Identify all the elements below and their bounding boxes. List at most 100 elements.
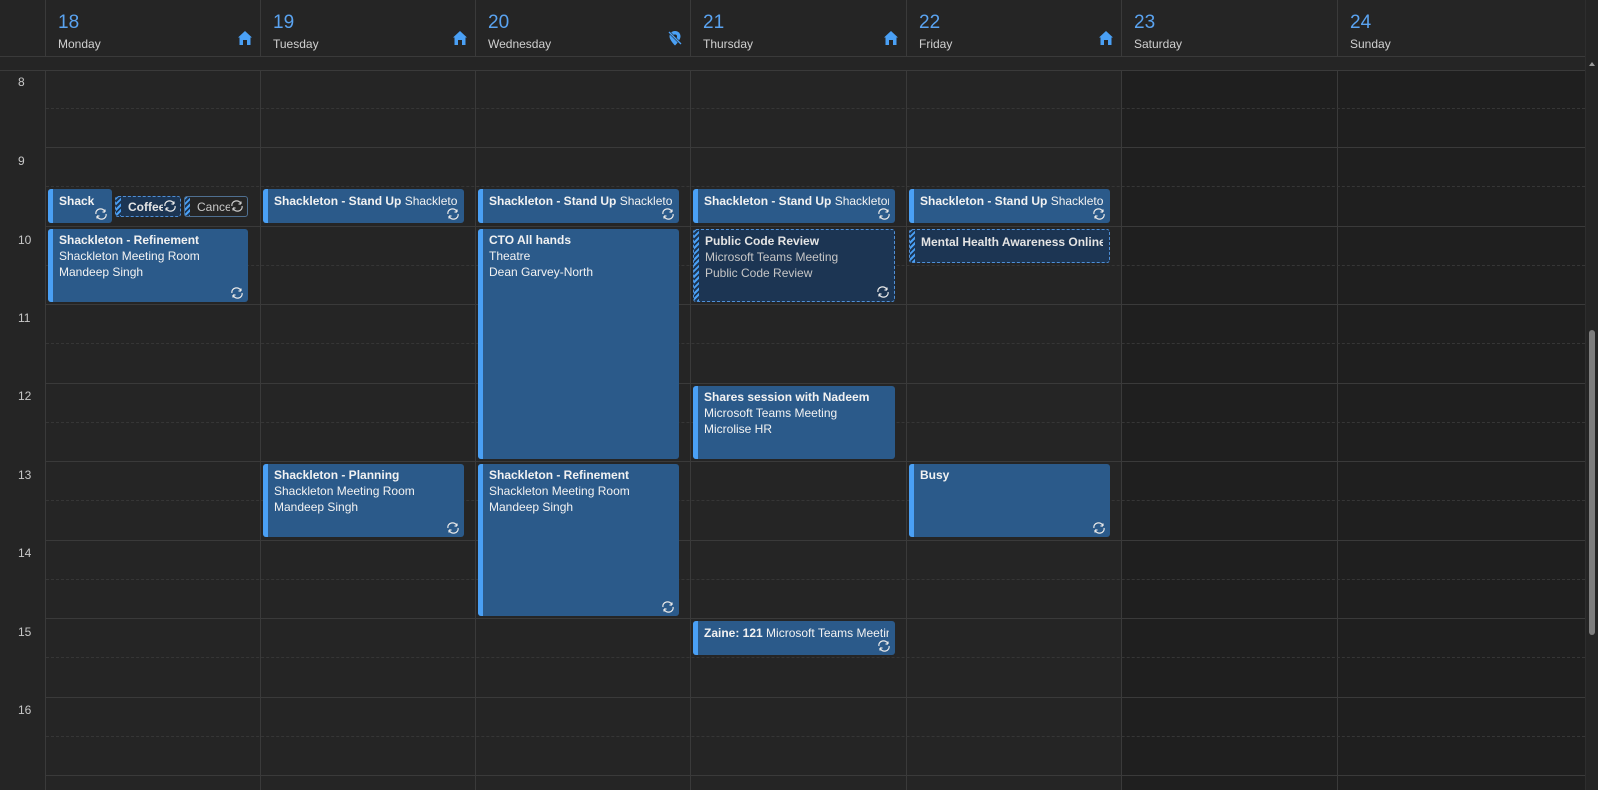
event-title: Public Code Review [705, 234, 820, 248]
day-name: Tuesday [273, 37, 319, 51]
day-header-thursday[interactable]: 21 Thursday [691, 0, 907, 57]
event-thursday-zaine-121[interactable]: Zaine: 121 Microsoft Teams Meeting [693, 621, 895, 655]
day-column-monday[interactable] [46, 71, 261, 790]
event-organizer: Mandeep Singh [489, 500, 574, 514]
day-name: Thursday [703, 37, 754, 51]
half-hour-line [46, 186, 1585, 187]
hour-label: 16 [18, 703, 32, 717]
event-title: Shackleton - Stand Up [489, 194, 617, 208]
recurring-icon [878, 640, 890, 652]
hour-line [46, 697, 1585, 698]
hour-label: 9 [18, 154, 25, 168]
event-location: Shackleton [619, 194, 673, 208]
recurring-icon [231, 287, 243, 299]
day-number: 24 [1350, 12, 1372, 33]
recurring-icon [230, 200, 244, 212]
event-thursday-standup[interactable]: Shackleton - Stand Up Shackleton [693, 189, 895, 223]
hour-label: 10 [18, 233, 32, 247]
home-icon[interactable] [882, 29, 900, 47]
half-hour-line [46, 343, 1585, 344]
home-icon[interactable] [236, 29, 254, 47]
event-location: Microsoft Teams Meeting [766, 626, 889, 640]
hour-label: 8 [18, 75, 25, 89]
recurring-icon [95, 208, 107, 220]
day-header-saturday[interactable]: 23 Saturday [1122, 0, 1338, 57]
day-header-friday[interactable]: 22 Friday [907, 0, 1122, 57]
hour-label: 13 [18, 468, 32, 482]
event-wednesday-cto-all-hands[interactable]: CTO All hands Theatre Dean Garvey-North [478, 229, 679, 459]
day-number: 23 [1134, 12, 1156, 33]
event-tuesday-planning[interactable]: Shackleton - Planning Shackleton Meeting… [263, 464, 464, 537]
event-title: Shackleton - Stand Up [274, 194, 402, 208]
event-wednesday-standup[interactable]: Shackleton - Stand Up Shackleton [478, 189, 679, 223]
event-location: Shackleton [404, 194, 458, 208]
event-wednesday-refinement[interactable]: Shackleton - Refinement Shackleton Meeti… [478, 464, 679, 616]
day-name: Monday [58, 37, 101, 51]
day-column-tuesday[interactable] [261, 71, 476, 790]
event-title: Shackleton - Stand Up [920, 194, 1048, 208]
day-header-wednesday[interactable]: 20 Wednesday [476, 0, 691, 57]
half-hour-line [46, 108, 1585, 109]
home-icon[interactable] [451, 29, 469, 47]
event-monday-standup[interactable]: Shack [48, 189, 112, 223]
day-column-friday[interactable] [907, 71, 1122, 790]
hour-line [46, 618, 1585, 619]
event-title: Shackleton - Stand Up [704, 194, 832, 208]
event-title: Shackleton - Planning [274, 468, 400, 482]
day-column-saturday[interactable] [1122, 71, 1338, 790]
recurring-icon [163, 200, 177, 212]
time-gutter: 8 9 10 11 12 13 14 15 16 [0, 71, 46, 790]
hour-line [46, 226, 1585, 227]
recurring-icon [878, 208, 890, 220]
event-title: Zaine: 121 [704, 626, 763, 640]
event-friday-mental-health[interactable]: Mental Health Awareness Online course [909, 229, 1110, 263]
vertical-scrollbar[interactable] [1585, 0, 1598, 790]
event-friday-standup[interactable]: Shackleton - Stand Up Shackleton [909, 189, 1110, 223]
hour-label: 14 [18, 546, 32, 560]
half-hour-line [46, 579, 1585, 580]
all-day-strip[interactable] [0, 57, 1585, 71]
event-location: Shackleton Meeting Room [59, 249, 200, 263]
day-header-tuesday[interactable]: 19 Tuesday [261, 0, 476, 57]
event-title: Busy [920, 468, 950, 482]
event-monday-cancel[interactable]: Cancel [184, 196, 248, 217]
event-monday-coffee[interactable]: Coffee [115, 196, 181, 217]
home-icon[interactable] [1097, 29, 1115, 47]
event-location: Microsoft Teams Meeting [705, 250, 839, 264]
event-location: Shackleton Meeting Room [489, 484, 630, 498]
hour-line [46, 540, 1585, 541]
hour-label: 15 [18, 625, 32, 639]
hour-line [46, 147, 1585, 148]
event-monday-refinement[interactable]: Shackleton - Refinement Shackleton Meeti… [48, 229, 248, 302]
hour-line [46, 304, 1585, 305]
recurring-icon [447, 208, 459, 220]
header-gutter [0, 0, 46, 57]
event-location: Shackleton [834, 194, 889, 208]
event-tuesday-standup[interactable]: Shackleton - Stand Up Shackleton [263, 189, 464, 223]
event-title: CTO All hands [489, 233, 572, 247]
day-column-sunday[interactable] [1338, 71, 1585, 790]
event-organizer: Microlise HR [704, 422, 773, 436]
scrollbar-thumb[interactable] [1589, 330, 1595, 635]
event-location: Microsoft Teams Meeting [704, 406, 838, 420]
recurring-icon [877, 286, 889, 298]
recurring-icon [662, 208, 674, 220]
location-off-icon[interactable] [666, 29, 684, 47]
day-header-sunday[interactable]: 24 Sunday [1338, 0, 1585, 57]
day-number: 19 [273, 12, 295, 33]
recurring-icon [1093, 208, 1105, 220]
scroll-up-arrow[interactable] [1589, 62, 1595, 66]
calendar-week-view: 18 Monday 19 Tuesday 20 Wednesday 21 Thu… [0, 0, 1598, 790]
day-header-monday[interactable]: 18 Monday [46, 0, 261, 57]
event-title: Shackleton - Refinement [489, 468, 630, 482]
event-location: Theatre [489, 249, 531, 263]
day-number: 18 [58, 12, 80, 33]
event-thursday-shares-session[interactable]: Shares session with Nadeem Microsoft Tea… [693, 386, 895, 459]
half-hour-line [46, 736, 1585, 737]
event-thursday-public-code-review[interactable]: Public Code Review Microsoft Teams Meeti… [693, 229, 895, 302]
event-organizer: Dean Garvey-North [489, 265, 594, 279]
event-friday-busy[interactable]: Busy [909, 464, 1110, 537]
recurring-icon [447, 522, 459, 534]
day-name: Friday [919, 37, 953, 51]
event-location: Shackleton Meeting Room [274, 484, 415, 498]
